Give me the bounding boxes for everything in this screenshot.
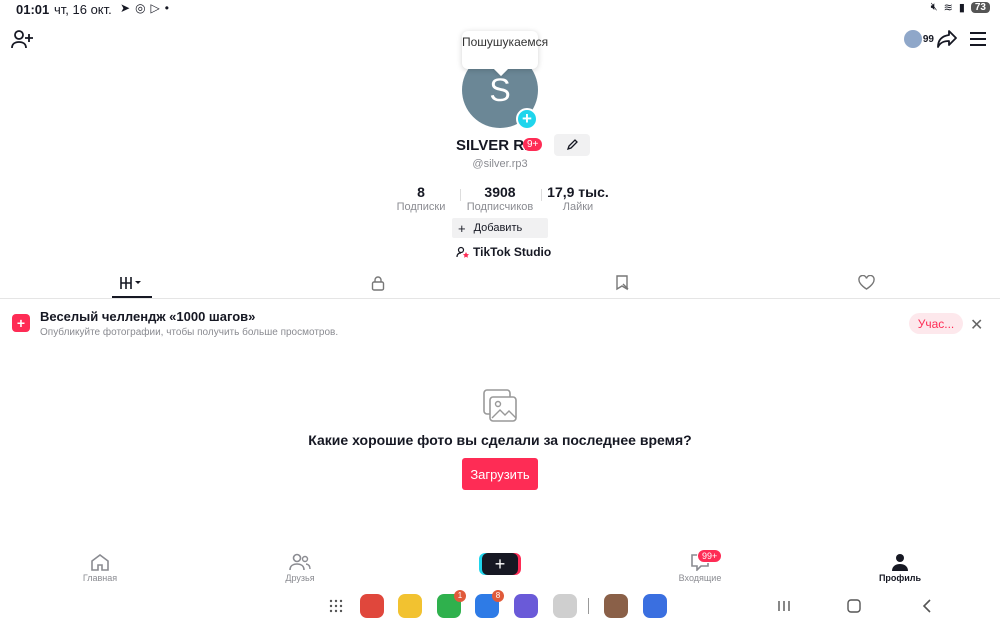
recents-button[interactable] (775, 597, 793, 615)
profile-icon (892, 554, 908, 571)
add-bio-button[interactable]: + Добавить (452, 218, 548, 238)
notes-app-icon[interactable] (360, 594, 384, 618)
tab-videos[interactable] (112, 272, 152, 294)
stat-value: 8 (417, 184, 425, 200)
tab-saved[interactable] (602, 272, 642, 294)
nav-friends[interactable]: Друзья (270, 553, 330, 583)
stat-value: 17,9 тыс. (547, 184, 609, 200)
edit-profile-button[interactable] (554, 134, 590, 156)
status-time: 01:01 (16, 2, 50, 17)
chat-tooltip: Пошушукаемся (462, 31, 548, 69)
browser-app-icon[interactable] (514, 594, 538, 618)
wifi-icon: ≋ (943, 2, 953, 14)
roblox-app-icon[interactable] (643, 594, 667, 618)
heart-icon (857, 275, 875, 290)
close-icon: ✕ (970, 317, 984, 334)
grid-icon (120, 277, 141, 289)
files-app-icon[interactable] (398, 594, 422, 618)
phone-badge: 1 (454, 590, 466, 602)
back-button[interactable] (918, 597, 936, 615)
visitor-avatar (904, 30, 922, 48)
username-badge: 9+ (523, 138, 543, 151)
telegram-icon: ➤ (120, 1, 131, 15)
visitors-button[interactable]: 99 (904, 28, 934, 50)
mute-icon: 🔇︎ (930, 1, 938, 13)
camera-app-icon[interactable] (553, 594, 577, 618)
home-icon (91, 554, 109, 571)
friends-icon (289, 553, 311, 571)
tab-liked[interactable] (846, 272, 886, 294)
tab-divider (0, 298, 1000, 299)
status-right: 🔇︎ ≋ ▮ 73 (931, 1, 990, 14)
challenge-title[interactable]: Веселый челлендж «1000 шагов» (40, 309, 255, 324)
challenge-icon: + (12, 314, 30, 332)
dot-icon: • (164, 1, 169, 15)
notification-icons: ➤ ◎ ▷ • (120, 1, 169, 15)
stat-likes[interactable]: 17,9 тыс. Лайки (544, 184, 612, 213)
stat-label: Лайки (562, 201, 594, 213)
studio-icon (456, 246, 469, 258)
lock-icon (371, 276, 385, 291)
pencil-icon (566, 139, 578, 151)
add-story-button[interactable]: + (516, 108, 538, 130)
user-handle: @silver.rp3 (472, 158, 528, 170)
plus-icon: + (458, 220, 466, 236)
bookmark-icon (616, 275, 629, 291)
nav-profile[interactable]: Профиль (870, 553, 930, 583)
stat-value: 3908 (484, 184, 516, 200)
divider (541, 189, 542, 201)
status-date: чт, 16 окт. (54, 2, 112, 17)
share-icon (937, 30, 957, 48)
tiktok-studio-link[interactable]: TikTok Studio (456, 245, 551, 259)
add-bio-label: Добавить (473, 222, 523, 234)
whatsapp-icon: ◎ (135, 1, 146, 15)
grid-dots-icon (329, 599, 343, 613)
plus-icon: + (522, 109, 532, 128)
close-banner-button[interactable]: ✕ (970, 315, 983, 335)
challenge-subtitle: Опубликуйте фотографии, чтобы получить б… (40, 327, 339, 338)
avatar-letter: S (489, 71, 511, 108)
nav-home-label: Главная (82, 573, 118, 583)
hamburger-icon (970, 32, 986, 46)
divider (460, 189, 461, 201)
stat-label: Подписки (396, 201, 446, 213)
visitors-count: 99 (922, 33, 934, 45)
recents-icon (778, 601, 790, 611)
status-bar: 01:01 чт, 16 окт. ➤ ◎ ▷ • 🔇︎ ≋ ▮ 73 (0, 0, 1000, 20)
tab-private[interactable] (358, 272, 398, 294)
battery-indicator: 73 (970, 2, 990, 13)
upload-button[interactable]: Загрузить (462, 458, 538, 490)
menu-button[interactable] (966, 28, 990, 50)
nav-friends-label: Друзья (285, 573, 315, 583)
inbox-badge: 99+ (697, 549, 723, 563)
add-friend-button[interactable] (10, 28, 34, 50)
plus-icon: + (494, 554, 506, 574)
nav-inbox-label: Входящие (678, 573, 722, 583)
add-user-icon (11, 30, 33, 49)
share-button[interactable] (935, 28, 959, 50)
back-icon (922, 599, 931, 613)
signal-icon: ▮ (958, 2, 965, 14)
home-nav-button[interactable] (845, 597, 863, 615)
play-icon: ▷ (150, 1, 160, 15)
tab-active-indicator (112, 296, 152, 298)
home-square-icon (847, 599, 861, 613)
empty-prompt: Какие хорошие фото вы сделали за последн… (308, 432, 692, 448)
app-drawer-button[interactable] (327, 597, 345, 615)
messages-badge: 8 (492, 590, 504, 602)
join-challenge-button[interactable]: Учас... (909, 313, 963, 334)
dock-divider (588, 598, 589, 614)
recent-app-icon[interactable] (604, 594, 628, 618)
stat-label: Подписчиков (466, 201, 534, 213)
studio-label: TikTok Studio (473, 245, 552, 259)
nav-profile-label: Профиль (878, 573, 922, 583)
create-button[interactable]: + (482, 553, 518, 575)
nav-home[interactable]: Главная (70, 553, 130, 583)
photos-icon (483, 389, 517, 422)
stat-following[interactable]: 8 Подписки (392, 184, 450, 213)
stat-followers[interactable]: 3908 Подписчиков (464, 184, 536, 213)
